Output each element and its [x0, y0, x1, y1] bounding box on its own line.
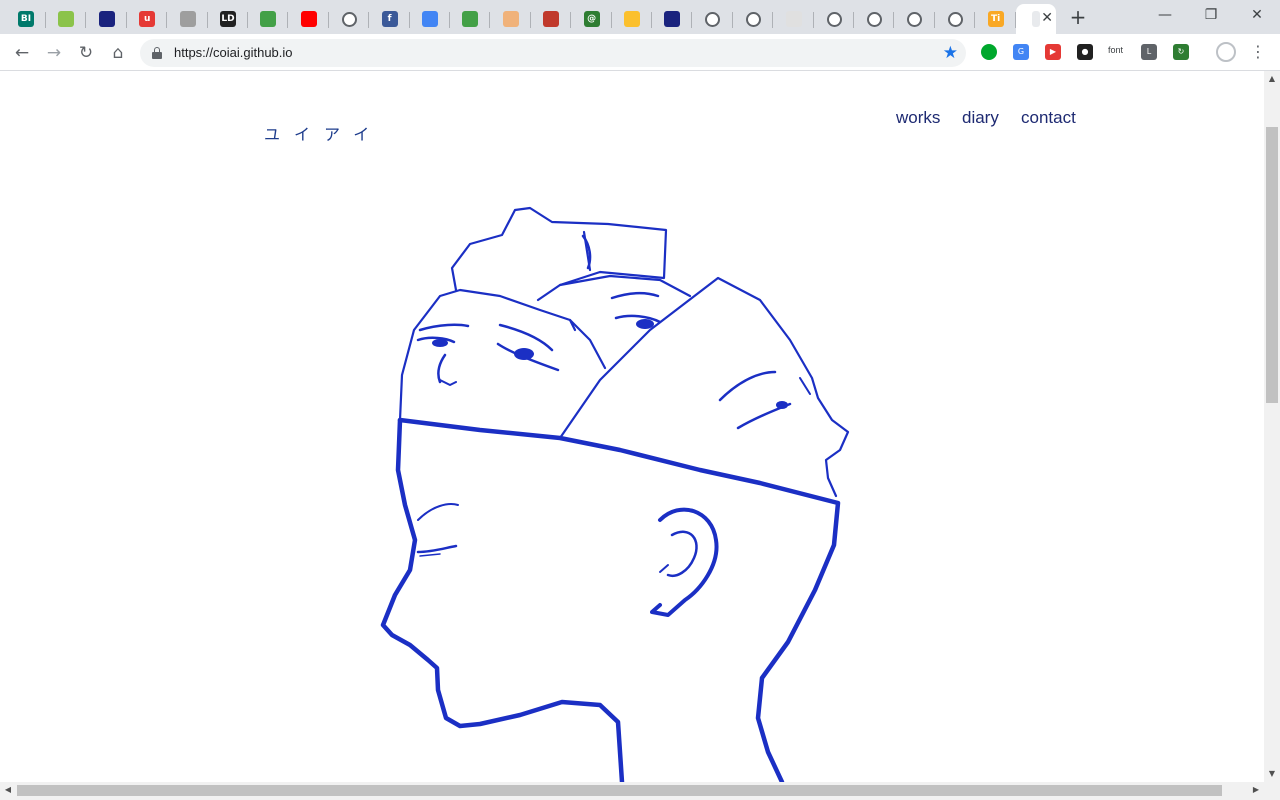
browser-tab[interactable]: [168, 4, 208, 34]
browser-tab[interactable]: LD: [208, 4, 248, 34]
globe-icon: [341, 11, 357, 27]
hand-icon: [502, 11, 519, 27]
browser-toolbar: ← → ↻ ⌂ https://coiai.github.io ★ G ▶ ● fon…: [0, 34, 1280, 71]
globe-icon: [907, 11, 923, 27]
browser-tab[interactable]: [491, 4, 531, 34]
browser-tab[interactable]: [652, 4, 693, 34]
green-circle-icon: [462, 11, 479, 27]
browser-tab[interactable]: [814, 4, 854, 34]
tab-icon: [1032, 11, 1040, 27]
evernote-icon[interactable]: [981, 44, 997, 60]
calendar-icon: [543, 11, 560, 27]
tab-strip: + — ❐ ✕ BI u LD f @ Ti ✕: [0, 0, 1280, 34]
ld-icon: LD: [220, 11, 236, 27]
font-ext[interactable]: font: [1108, 45, 1123, 55]
heart-icon: [624, 11, 640, 27]
browser-tab[interactable]: [289, 4, 329, 34]
youtube-icon: [300, 11, 317, 27]
head-outline: [380, 417, 625, 782]
horizontal-scrollbar[interactable]: ◀ ▶: [0, 782, 1280, 800]
nav-works-link[interactable]: works: [896, 108, 940, 128]
new-tab-button[interactable]: +: [1066, 6, 1090, 28]
back-button[interactable]: ←: [9, 40, 35, 66]
nav-contact-link[interactable]: contact: [1021, 108, 1076, 128]
browser-tab[interactable]: f: [370, 4, 410, 34]
browser-tab[interactable]: [854, 4, 895, 34]
docs-icon: [422, 11, 438, 27]
browser-tab[interactable]: [450, 4, 491, 34]
active-browser-tab[interactable]: ✕: [1016, 4, 1056, 34]
scroll-left-arrow-icon[interactable]: ◀: [0, 782, 16, 798]
restore-button[interactable]: ❐: [1188, 4, 1234, 26]
sync-icon[interactable]: ↻: [1173, 44, 1189, 60]
lock-icon[interactable]: [152, 47, 162, 59]
browser-tab[interactable]: u: [127, 4, 168, 34]
browser-tab[interactable]: @: [572, 4, 612, 34]
ti-icon: Ti: [987, 11, 1004, 27]
address-bar[interactable]: https://coiai.github.io ★: [140, 39, 966, 67]
browser-tab[interactable]: Ti: [976, 4, 1016, 34]
page-viewport: ユイアイ works diary contact: [0, 71, 1264, 782]
browser-tab[interactable]: [87, 4, 127, 34]
forward-button[interactable]: →: [41, 40, 67, 66]
nav-diary-link[interactable]: diary: [962, 108, 999, 128]
globe-icon: [866, 11, 882, 27]
anime-icon: [58, 11, 75, 27]
green-circle-icon: [260, 11, 277, 27]
tower-icon: [664, 11, 681, 27]
url-text[interactable]: https://coiai.github.io: [174, 45, 293, 60]
at-icon: @: [583, 11, 600, 27]
translate-icon[interactable]: G: [1013, 44, 1029, 60]
page-icon: [785, 11, 802, 27]
ear-outline: [650, 507, 719, 617]
minimize-button[interactable]: —: [1142, 4, 1188, 26]
vertical-scroll-thumb[interactable]: [1266, 127, 1278, 403]
line-icon[interactable]: L: [1141, 44, 1157, 60]
head-illustration: [380, 206, 850, 782]
browser-tab[interactable]: [935, 4, 976, 34]
browser-tab[interactable]: [733, 4, 774, 34]
horizontal-scroll-thumb[interactable]: [17, 785, 1222, 796]
browser-tab[interactable]: BI: [6, 4, 46, 34]
reload-button[interactable]: ↻: [73, 40, 99, 66]
site-logo[interactable]: ユイアイ: [264, 121, 383, 145]
bookmark-star-icon[interactable]: ★: [943, 42, 958, 64]
chrome-menu-icon[interactable]: ⋮: [1250, 42, 1266, 62]
globe-icon: [745, 11, 761, 27]
youtube-ext-icon[interactable]: ▶: [1045, 44, 1061, 60]
plane-icon: [179, 11, 196, 27]
u-script-icon: u: [139, 11, 156, 27]
facebook-icon: f: [381, 11, 398, 27]
browser-tab[interactable]: [895, 4, 935, 34]
browser-tab[interactable]: [248, 4, 289, 34]
browser-tab[interactable]: [410, 4, 450, 34]
scroll-up-arrow-icon[interactable]: ▲: [1264, 71, 1280, 87]
spy-icon[interactable]: ●: [1077, 44, 1093, 60]
close-window-button[interactable]: ✕: [1234, 4, 1280, 26]
close-tab-icon[interactable]: ✕: [1041, 10, 1053, 26]
vertical-scrollbar[interactable]: ▲ ▼: [1264, 71, 1280, 782]
globe-icon: [826, 11, 842, 27]
globe-icon: [947, 11, 963, 27]
browser-tab[interactable]: [612, 4, 652, 34]
scroll-down-arrow-icon[interactable]: ▼: [1264, 766, 1280, 782]
browser-tab[interactable]: [774, 4, 814, 34]
browser-tab[interactable]: [46, 4, 87, 34]
browser-tab[interactable]: [531, 4, 572, 34]
bi-icon: BI: [18, 11, 34, 27]
browser-tab[interactable]: [693, 4, 733, 34]
tower-icon: [98, 11, 115, 27]
scroll-right-arrow-icon[interactable]: ▶: [1248, 782, 1264, 798]
globe-icon: [705, 11, 721, 27]
home-button[interactable]: ⌂: [105, 40, 131, 66]
browser-tab[interactable]: [329, 4, 370, 34]
profile-icon[interactable]: [1216, 42, 1236, 62]
